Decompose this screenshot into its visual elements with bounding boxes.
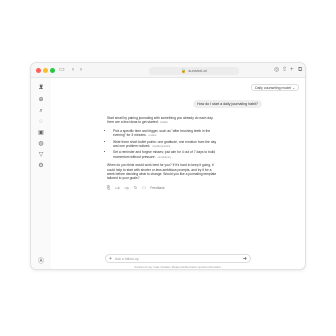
attach-plus-icon[interactable]: + xyxy=(109,255,112,263)
projects-icon[interactable]: ◍ xyxy=(37,140,45,148)
answer-list-item: Pick a specific time and trigger, such a… xyxy=(113,129,217,139)
assistant-answer: Start small by pairing journaling with s… xyxy=(107,116,217,184)
app-sidebar: 𝔛 ⊕ ⌕ ◌ ▣ ◍ ▽ ⚙ Ⓐ xyxy=(31,78,51,269)
answer-list-item: Set a reminder and forgive misses; just … xyxy=(113,150,217,160)
answer-actions: ⎘ 👍︎ 👎︎ ↻ ☐ Feedback xyxy=(107,185,173,191)
minimize-window-button[interactable] xyxy=(43,68,48,73)
sidebar-toggle-icon[interactable]: ▭ xyxy=(59,66,65,75)
share-icon[interactable]: ⇧ xyxy=(282,66,287,75)
profile-icon[interactable]: Ⓐ xyxy=(37,258,45,266)
answer-closing: When do you think would work best for yo… xyxy=(107,163,217,181)
feedback-icon: ☐ xyxy=(142,186,146,190)
browser-window: ▭ ‹ › 🔒 sunshot.ai ◎ ⇧ + ⧉ 𝔛 ⊕ ⌕ ◌ ▣ ◍ ▽ … xyxy=(30,62,306,270)
lock-icon: 🔒 xyxy=(181,68,187,73)
tabs-overview-icon[interactable]: ⧉ xyxy=(298,66,302,75)
settings-icon[interactable]: ⚙ xyxy=(37,162,45,170)
feedback-label: Feedback xyxy=(150,186,165,190)
message-input[interactable] xyxy=(115,256,235,262)
app-logo-icon[interactable]: 𝔛 xyxy=(37,84,45,92)
disclaimer-text: Sunshot AI may make mistakes. Please dou… xyxy=(134,266,222,269)
citation-chip[interactable]: mindful practice xyxy=(152,145,170,148)
thumbs-down-icon[interactable]: 👎︎ xyxy=(125,185,129,190)
answer-list-item: Write three short bullet points: one gra… xyxy=(113,140,217,150)
plus-icon[interactable]: + xyxy=(290,66,294,75)
library-icon[interactable]: ▣ xyxy=(37,129,45,137)
model-selector-button[interactable]: Daily counseling model ⌄ xyxy=(251,84,299,91)
answer-list: Pick a specific time and trigger, such a… xyxy=(107,129,217,160)
copy-icon[interactable]: ⎘ xyxy=(107,185,110,190)
citation-chip[interactable]: routine xyxy=(149,134,157,137)
close-window-button[interactable] xyxy=(36,68,41,73)
chevron-down-icon: ⌄ xyxy=(292,86,295,90)
extensions-icon[interactable]: ◎ xyxy=(274,66,279,75)
message-composer: + ➜ xyxy=(105,254,251,263)
zoom-window-button[interactable] xyxy=(50,68,55,73)
model-selector-label: Daily counseling model xyxy=(255,86,292,90)
citation-chip[interactable]: consistency xyxy=(157,156,171,159)
search-icon[interactable]: ⌕ xyxy=(37,107,45,115)
user-message-bubble: How do I start a daily journaling habit? xyxy=(193,100,262,108)
user-message-text: How do I start a daily journaling habit? xyxy=(197,102,258,106)
refresh-icon[interactable]: ↻ xyxy=(134,185,137,190)
answer-intro: Start small by pairing journaling with s… xyxy=(107,116,217,126)
chat-history-icon[interactable]: ◌ xyxy=(37,118,45,126)
send-arrow-icon[interactable]: ➜ xyxy=(243,255,247,263)
feedback-button[interactable]: ☐ Feedback xyxy=(142,186,168,190)
browser-toolbar: ▭ ‹ › 🔒 sunshot.ai ◎ ⇧ + ⧉ xyxy=(31,63,305,78)
new-chat-icon[interactable]: ⊕ xyxy=(37,96,45,104)
thumbs-up-icon[interactable]: 👍︎ xyxy=(115,185,119,190)
address-bar-url: sunshot.ai xyxy=(188,68,207,73)
back-arrow-icon[interactable]: ‹ xyxy=(72,66,74,75)
address-bar[interactable]: 🔒 sunshot.ai xyxy=(149,67,239,75)
tasks-icon[interactable]: ▽ xyxy=(37,151,45,159)
forward-arrow-icon[interactable]: › xyxy=(80,66,82,75)
answer-list-item-text: Pick a specific time and trigger, such a… xyxy=(113,128,211,138)
citation-chip[interactable]: Habits xyxy=(160,121,167,124)
